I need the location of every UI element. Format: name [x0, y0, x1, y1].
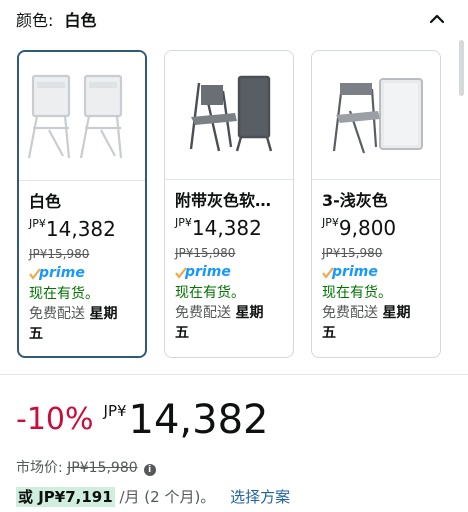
option-title: 白色: [29, 192, 62, 211]
shipping-info: 免费配送 星期五: [322, 303, 432, 343]
prime-badge: prime: [175, 264, 285, 281]
prime-label: prime: [332, 264, 378, 280]
scrollbar[interactable]: [459, 40, 464, 96]
shipping-label: 免费配送: [322, 305, 378, 321]
option-price: JP¥14,382: [29, 216, 137, 244]
choose-plan-link[interactable]: 选择方案: [230, 488, 290, 506]
shipping-info: 免费配送 星期五: [29, 304, 137, 344]
card-divider: [165, 179, 293, 180]
color-option-card-light-gray[interactable]: 3-浅灰色 JP¥9,800 JP¥15,980 prime 现在有货。 免费配…: [311, 50, 441, 358]
installment-amount: 或 JP¥7,191: [16, 487, 115, 507]
prime-badge: prime: [29, 265, 137, 282]
market-price-label: 市场价:: [16, 460, 63, 476]
shipping-info: 免费配送 星期五: [175, 303, 285, 343]
shipping-label: 免费配送: [29, 306, 85, 322]
price-value: 9,800: [338, 216, 397, 240]
current-price: 14,382: [128, 397, 269, 443]
price-summary: -10% JP¥14,382: [16, 398, 269, 448]
section-divider: [0, 374, 468, 375]
option-title: 3-浅灰色: [322, 191, 388, 210]
card-divider: [312, 179, 440, 180]
color-label: 颜色:: [16, 11, 54, 30]
option-old-price: JP¥15,980: [29, 247, 90, 261]
price-currency: JP¥: [175, 216, 192, 229]
price-value: 14,382: [45, 217, 116, 241]
installment-amount-text: 或 JP¥7,191: [18, 488, 113, 506]
shipping-day-cont: 五: [175, 325, 189, 341]
stock-status: 现在有货。: [29, 286, 99, 302]
option-price: JP¥14,382: [175, 215, 285, 243]
price-value: 14,382: [191, 216, 262, 240]
product-image-white-chairs: [19, 52, 145, 180]
stock-status: 现在有货。: [175, 285, 245, 301]
color-option-card-white[interactable]: 白色 JP¥14,382 JP¥15,980 prime 现在有货。 免费配送 …: [17, 50, 147, 358]
card-divider: [19, 180, 145, 181]
shipping-day: 星期: [89, 306, 118, 322]
color-selector-header: 颜色: 白色: [16, 10, 97, 32]
product-image-gray-chairs: [165, 51, 293, 179]
option-price: JP¥9,800: [322, 215, 432, 243]
price-currency: JP¥: [103, 402, 127, 420]
info-icon[interactable]: i: [143, 464, 156, 476]
prime-badge: prime: [322, 264, 432, 281]
shipping-label: 免费配送: [175, 305, 231, 321]
installment-line: 或 JP¥7,191 /月 (2 个月)。 选择方案: [16, 486, 290, 507]
prime-label: prime: [185, 264, 231, 280]
market-price-value: JP¥15,980: [67, 460, 138, 476]
installment-term: /月 (2 个月)。: [119, 488, 216, 506]
shipping-day-cont: 五: [322, 325, 336, 341]
chevron-up-icon[interactable]: [426, 8, 448, 30]
shipping-day: 星期: [382, 305, 411, 321]
option-old-price: JP¥15,980: [322, 246, 383, 260]
color-option-card-gray-cushion[interactable]: 附带灰色软… JP¥14,382 JP¥15,980 prime 现在有货。 免…: [164, 50, 294, 358]
price-currency: JP¥: [29, 217, 46, 230]
shipping-day-cont: 五: [29, 326, 43, 342]
product-image-light-gray-chairs: [312, 51, 440, 179]
stock-status: 现在有货。: [322, 285, 392, 301]
prime-label: prime: [39, 265, 85, 281]
option-old-price: JP¥15,980: [175, 246, 236, 260]
discount-percentage: -10%: [16, 402, 94, 437]
selected-color-value: 白色: [64, 11, 97, 30]
market-price-line: 市场价: JP¥15,980 i: [16, 457, 156, 477]
option-title: 附带灰色软…: [175, 191, 272, 210]
price-currency: JP¥: [322, 216, 339, 229]
shipping-day: 星期: [235, 305, 264, 321]
